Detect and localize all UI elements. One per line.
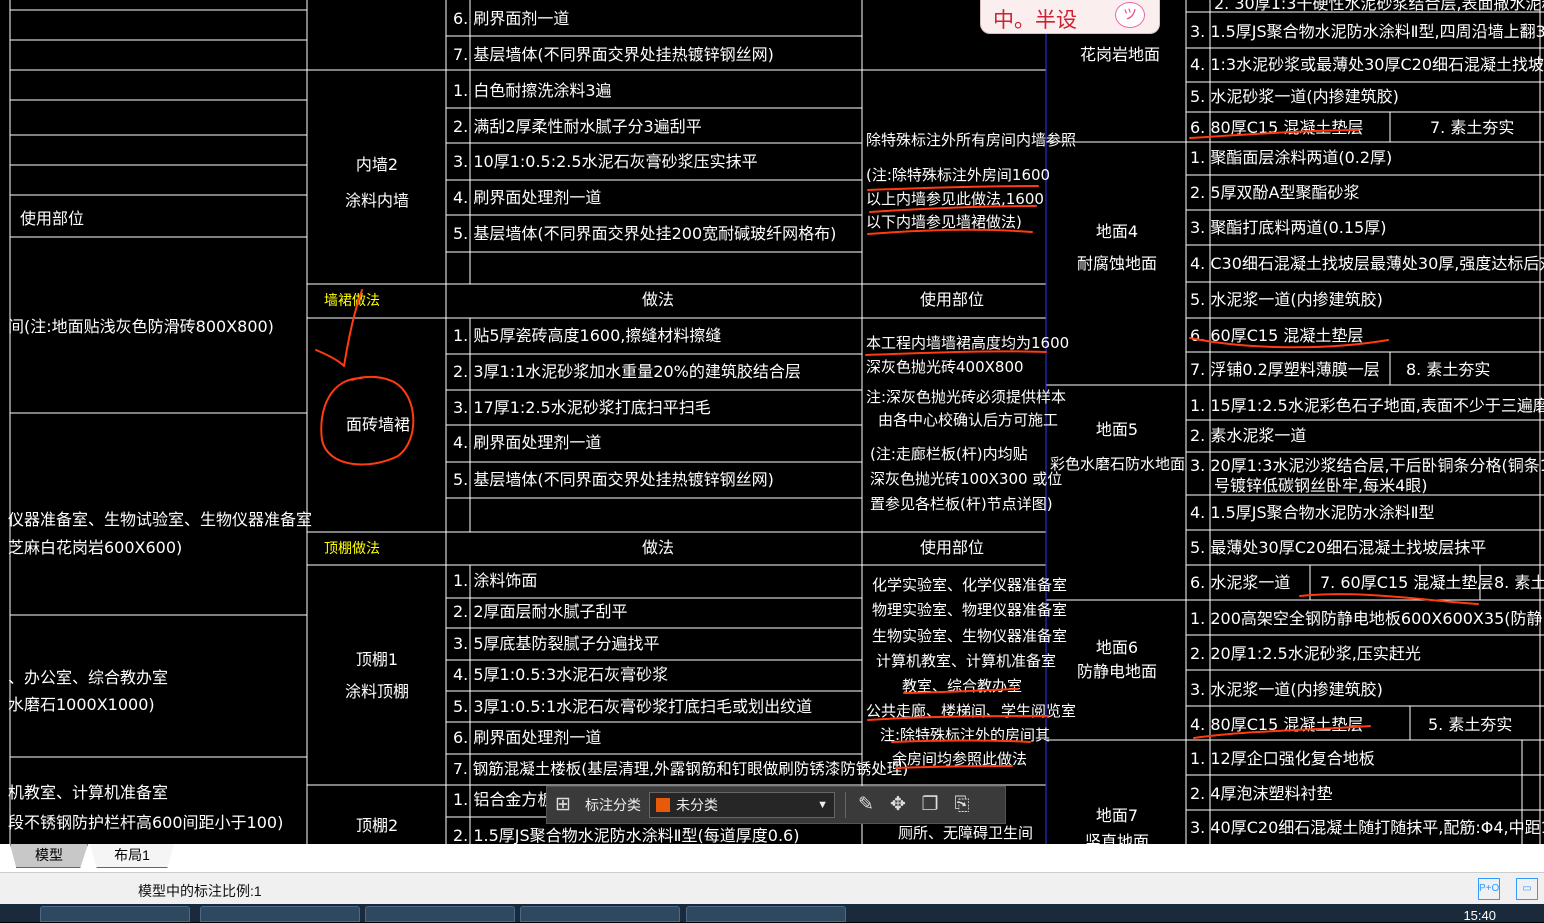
edit-icon[interactable]: ✎ (850, 789, 882, 821)
pdf-button[interactable]: P+O (1478, 878, 1500, 900)
red-ink-annotations (315, 129, 1479, 769)
window-icon[interactable]: ▭ (1516, 878, 1538, 900)
taskbar-app[interactable] (520, 906, 680, 922)
annotation-toolbar: ⊞ 标注分类 未分类 ▼ ✎ ✥ ❐ ⎘ (546, 786, 1006, 824)
move-icon[interactable]: ✥ (882, 789, 914, 821)
color-swatch (656, 798, 670, 812)
watermark-stamp: 中。半设 ツ (980, 0, 1160, 34)
cartoon-face-icon: ツ (1115, 2, 1145, 28)
annotation-scale-text: 模型中的标注比例:1 (138, 883, 262, 899)
taskbar-app[interactable] (365, 906, 515, 922)
os-taskbar: 15:40 (0, 904, 1544, 923)
category-select[interactable]: 未分类 ▼ (649, 792, 835, 818)
divider (845, 792, 846, 818)
stamp-text: 中。半设 (993, 8, 1077, 32)
taskbar-chrome[interactable] (200, 906, 360, 922)
select-value: 未分类 (676, 797, 718, 813)
taskbar-app[interactable] (40, 906, 190, 922)
grid-icon[interactable]: ⊞ (547, 789, 579, 821)
chevron-down-icon: ▼ (817, 799, 828, 811)
taskbar-app[interactable] (686, 906, 846, 922)
layout-tab-bar: 模型 布局1 (0, 844, 1544, 872)
toolbar-label: 标注分类 (585, 797, 641, 813)
copy-icon[interactable]: ❐ (914, 789, 946, 821)
clock: 15:40 (1463, 908, 1496, 923)
paste-icon[interactable]: ⎘ (946, 789, 978, 821)
cad-drawing-canvas[interactable]: 使用部位 间(注:地面贴浅灰色防滑砖800X800) 仪器准备室、生物试验室、生… (0, 0, 1544, 848)
tab-layout1[interactable]: 布局1 (90, 844, 174, 868)
tab-model[interactable]: 模型 (10, 844, 88, 868)
status-bar: 模型中的标注比例:1 P+O ▭ (0, 872, 1544, 904)
